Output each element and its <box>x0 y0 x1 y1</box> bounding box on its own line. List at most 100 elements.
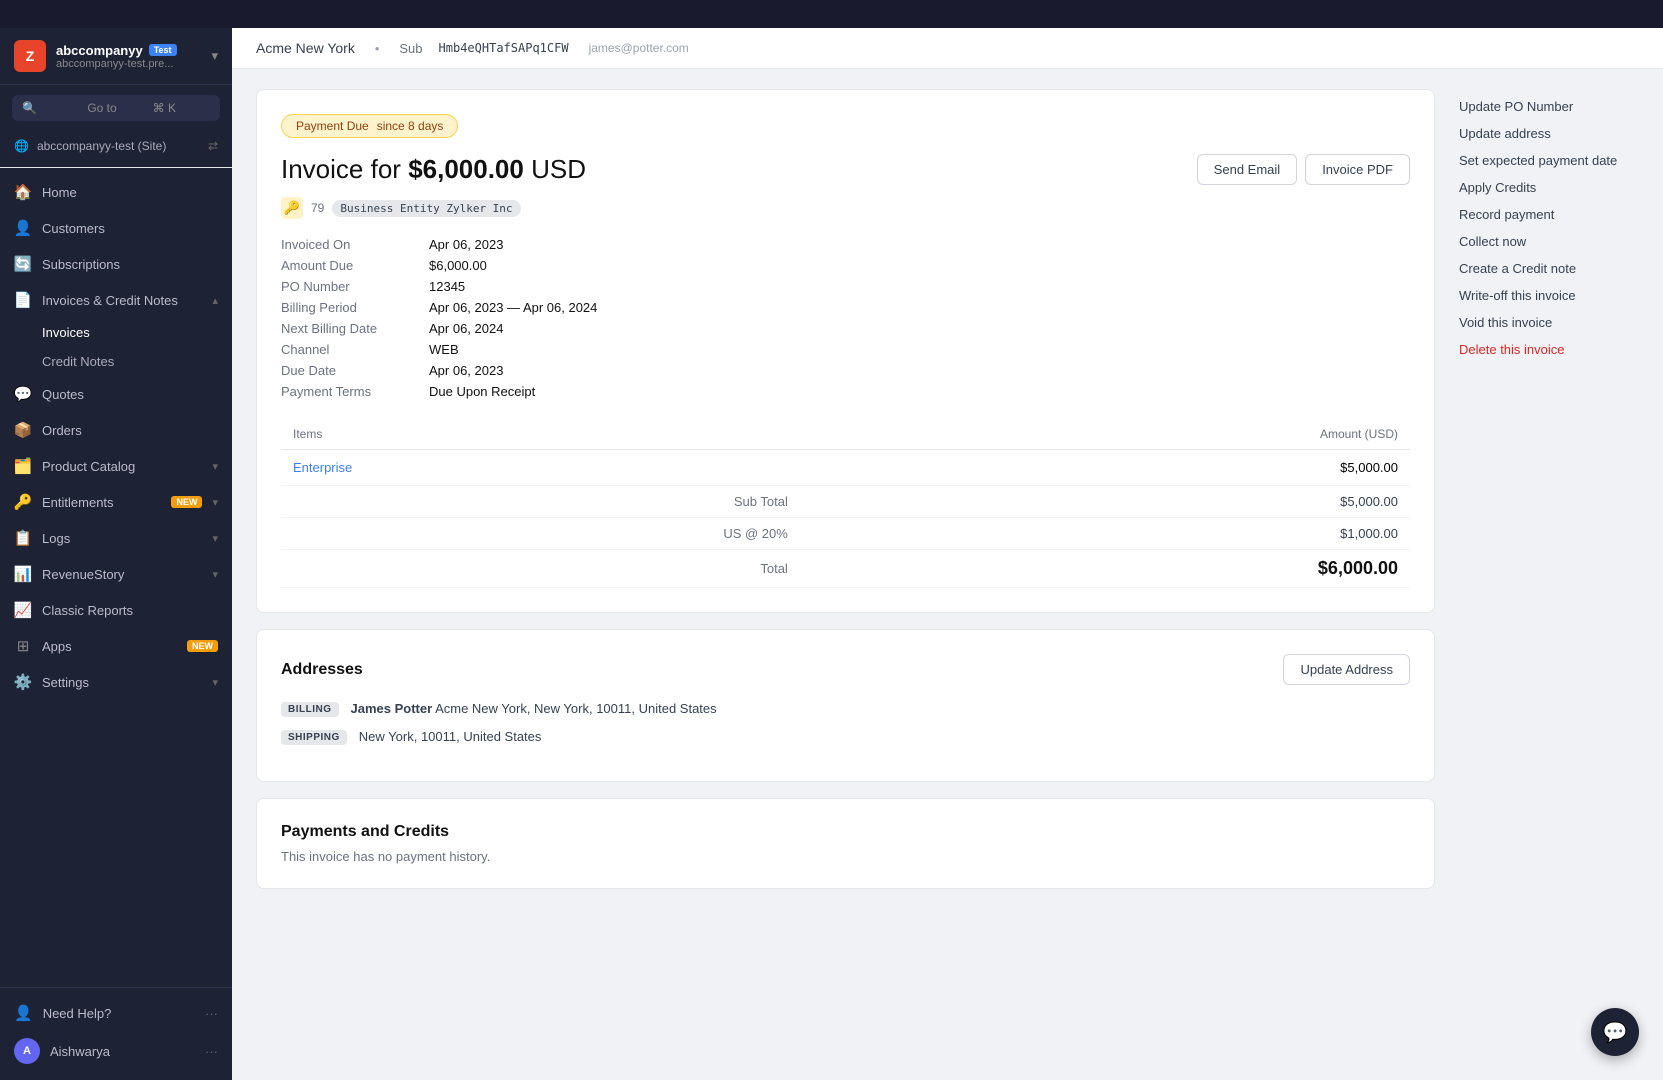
home-icon: 🏠 <box>14 183 32 201</box>
send-email-button[interactable]: Send Email <box>1197 154 1297 185</box>
sidebar-item-label: Apps <box>42 639 173 654</box>
subtotal-value: $5,000.00 <box>800 486 1410 518</box>
user-item[interactable]: A Aishwarya ··· <box>0 1030 232 1072</box>
shipping-address: New York, 10011, United States <box>359 729 542 744</box>
item-name: Enterprise <box>281 450 800 486</box>
more-button[interactable]: ··· <box>205 1006 218 1021</box>
apply-credits-action[interactable]: Apply Credits <box>1459 174 1639 201</box>
addresses-title: Addresses <box>281 661 363 679</box>
customers-icon: 👤 <box>14 219 32 237</box>
billing-address: James Potter Acme New York, New York, 10… <box>351 701 717 716</box>
sidebar-search[interactable]: 🔍 Go to ⌘ K <box>0 85 232 131</box>
brand-sub: abccompanyy-test.pre... <box>56 58 177 70</box>
invoices-submenu: Invoices Credit Notes <box>0 318 232 376</box>
search-box[interactable]: 🔍 Go to ⌘ K <box>12 95 220 121</box>
invoice-amount: $6,000.00 <box>408 154 524 184</box>
sub-label: Sub <box>399 41 422 56</box>
payments-title: Payments and Credits <box>281 823 1410 841</box>
sidebar-item-label: Entitlements <box>42 495 157 510</box>
breadcrumb-customer[interactable]: Acme New York <box>256 40 355 56</box>
sidebar-item-apps[interactable]: ⊞ Apps NEW <box>0 628 232 664</box>
collect-now-action[interactable]: Collect now <box>1459 228 1639 255</box>
globe-icon: 🌐 <box>14 139 29 153</box>
help-label: Need Help? <box>43 1006 112 1021</box>
sidebar-header[interactable]: Z abccompanyy Test abccompanyy-test.pre.… <box>0 28 232 85</box>
chevron-down-icon: ▾ <box>212 676 218 689</box>
sidebar-item-label: RevenueStory <box>42 567 202 582</box>
update-address-button[interactable]: Update Address <box>1283 654 1410 685</box>
entity-tag: Business Entity Zylker Inc <box>332 200 520 217</box>
settings-icon: ⚙️ <box>14 673 32 691</box>
chevron-down-icon: ▾ <box>212 496 218 509</box>
search-shortcut: ⌘ K <box>153 101 210 115</box>
sidebar-item-settings[interactable]: ⚙️ Settings ▾ <box>0 664 232 700</box>
sidebar-item-site[interactable]: 🌐 abccompanyy-test (Site) ⇄ <box>0 131 232 161</box>
shipping-address-row: SHIPPING New York, 10011, United States <box>281 729 1410 745</box>
update-address-action[interactable]: Update address <box>1459 120 1639 147</box>
search-icon: 🔍 <box>22 101 79 115</box>
content-body: Payment Due since 8 days Invoice for $6,… <box>232 69 1663 1080</box>
update-po-action[interactable]: Update PO Number <box>1459 93 1639 120</box>
user-more-button[interactable]: ··· <box>205 1044 218 1059</box>
item-amount: $5,000.00 <box>800 450 1410 486</box>
transfer-icon: ⇄ <box>208 139 218 153</box>
user-name: Aishwarya <box>50 1044 110 1059</box>
chat-icon: 💬 <box>1603 1020 1628 1045</box>
brand[interactable]: Z abccompanyy Test abccompanyy-test.pre.… <box>14 40 177 72</box>
invoice-title-row: Invoice for $6,000.00 USD Send Email Inv… <box>281 154 1410 185</box>
set-payment-date-action[interactable]: Set expected payment date <box>1459 147 1639 174</box>
chevron-down-icon[interactable]: ▾ <box>211 48 218 64</box>
sidebar-item-revenue-story[interactable]: 📊 RevenueStory ▾ <box>0 556 232 592</box>
item-link[interactable]: Enterprise <box>293 460 352 475</box>
billing-name: James Potter <box>351 701 433 716</box>
record-payment-action[interactable]: Record payment <box>1459 201 1639 228</box>
subscriptions-icon: 🔄 <box>14 255 32 273</box>
brand-name: abccompanyy Test <box>56 43 177 58</box>
chevron-down-icon: ▾ <box>212 568 218 581</box>
sidebar-item-label: Quotes <box>42 387 218 402</box>
sidebar-subitem-invoices[interactable]: Invoices <box>42 318 232 347</box>
content-header: Acme New York • Sub Hmb4eQHTafSAPq1CFW j… <box>232 28 1663 69</box>
new-badge: NEW <box>171 496 202 508</box>
quotes-icon: 💬 <box>14 385 32 403</box>
sidebar-item-invoices-credit-notes[interactable]: 📄 Invoices & Credit Notes ▴ <box>0 282 232 318</box>
addresses-card: Addresses Update Address BILLING James P… <box>256 629 1435 782</box>
sidebar-item-subscriptions[interactable]: 🔄 Subscriptions <box>0 246 232 282</box>
need-help-item[interactable]: 👤 Need Help? ··· <box>0 996 232 1030</box>
delete-invoice-action[interactable]: Delete this invoice <box>1459 336 1639 363</box>
sidebar-item-customers[interactable]: 👤 Customers <box>0 210 232 246</box>
sidebar-item-product-catalog[interactable]: 🗂️ Product Catalog ▾ <box>0 448 232 484</box>
right-panel: Update PO Number Update address Set expe… <box>1459 89 1639 1060</box>
sidebar-item-logs[interactable]: 📋 Logs ▾ <box>0 520 232 556</box>
no-payment-text: This invoice has no payment history. <box>281 849 1410 864</box>
catalog-icon: 🗂️ <box>14 457 32 475</box>
main-content: Acme New York • Sub Hmb4eQHTafSAPq1CFW j… <box>232 28 1663 1080</box>
detail-po-number: PO Number 12345 <box>281 279 1410 294</box>
sidebar-item-classic-reports[interactable]: 📈 Classic Reports <box>0 592 232 628</box>
detail-billing-period: Billing Period Apr 06, 2023 — Apr 06, 20… <box>281 300 1410 315</box>
chat-button[interactable]: 💬 <box>1591 1008 1639 1056</box>
sidebar-item-orders[interactable]: 📦 Orders <box>0 412 232 448</box>
payments-card: Payments and Credits This invoice has no… <box>256 798 1435 889</box>
entitlements-icon: 🔑 <box>14 493 32 511</box>
brand-icon: Z <box>14 40 46 72</box>
detail-next-billing: Next Billing Date Apr 06, 2024 <box>281 321 1410 336</box>
chevron-up-icon: ▴ <box>212 294 218 307</box>
create-credit-note-action[interactable]: Create a Credit note <box>1459 255 1639 282</box>
sidebar-item-entitlements[interactable]: 🔑 Entitlements NEW ▾ <box>0 484 232 520</box>
payment-due-since: since 8 days <box>377 119 444 133</box>
write-off-action[interactable]: Write-off this invoice <box>1459 282 1639 309</box>
sidebar-item-label: Invoices & Credit Notes <box>42 293 202 308</box>
void-invoice-action[interactable]: Void this invoice <box>1459 309 1639 336</box>
table-row: Enterprise $5,000.00 <box>281 450 1410 486</box>
sidebar-item-quotes[interactable]: 💬 Quotes <box>0 376 232 412</box>
sidebar: Z abccompanyy Test abccompanyy-test.pre.… <box>0 28 232 1080</box>
sub-code: Hmb4eQHTafSAPq1CFW <box>439 41 569 55</box>
sidebar-item-home[interactable]: 🏠 Home <box>0 174 232 210</box>
invoice-actions: Send Email Invoice PDF <box>1197 154 1410 185</box>
addresses-header: Addresses Update Address <box>281 654 1410 685</box>
invoice-pdf-button[interactable]: Invoice PDF <box>1305 154 1410 185</box>
invoice-table: Items Amount (USD) Enterprise $5,000.00 … <box>281 419 1410 588</box>
sidebar-subitem-credit-notes[interactable]: Credit Notes <box>42 347 232 376</box>
brand-info: abccompanyy Test abccompanyy-test.pre... <box>56 43 177 70</box>
